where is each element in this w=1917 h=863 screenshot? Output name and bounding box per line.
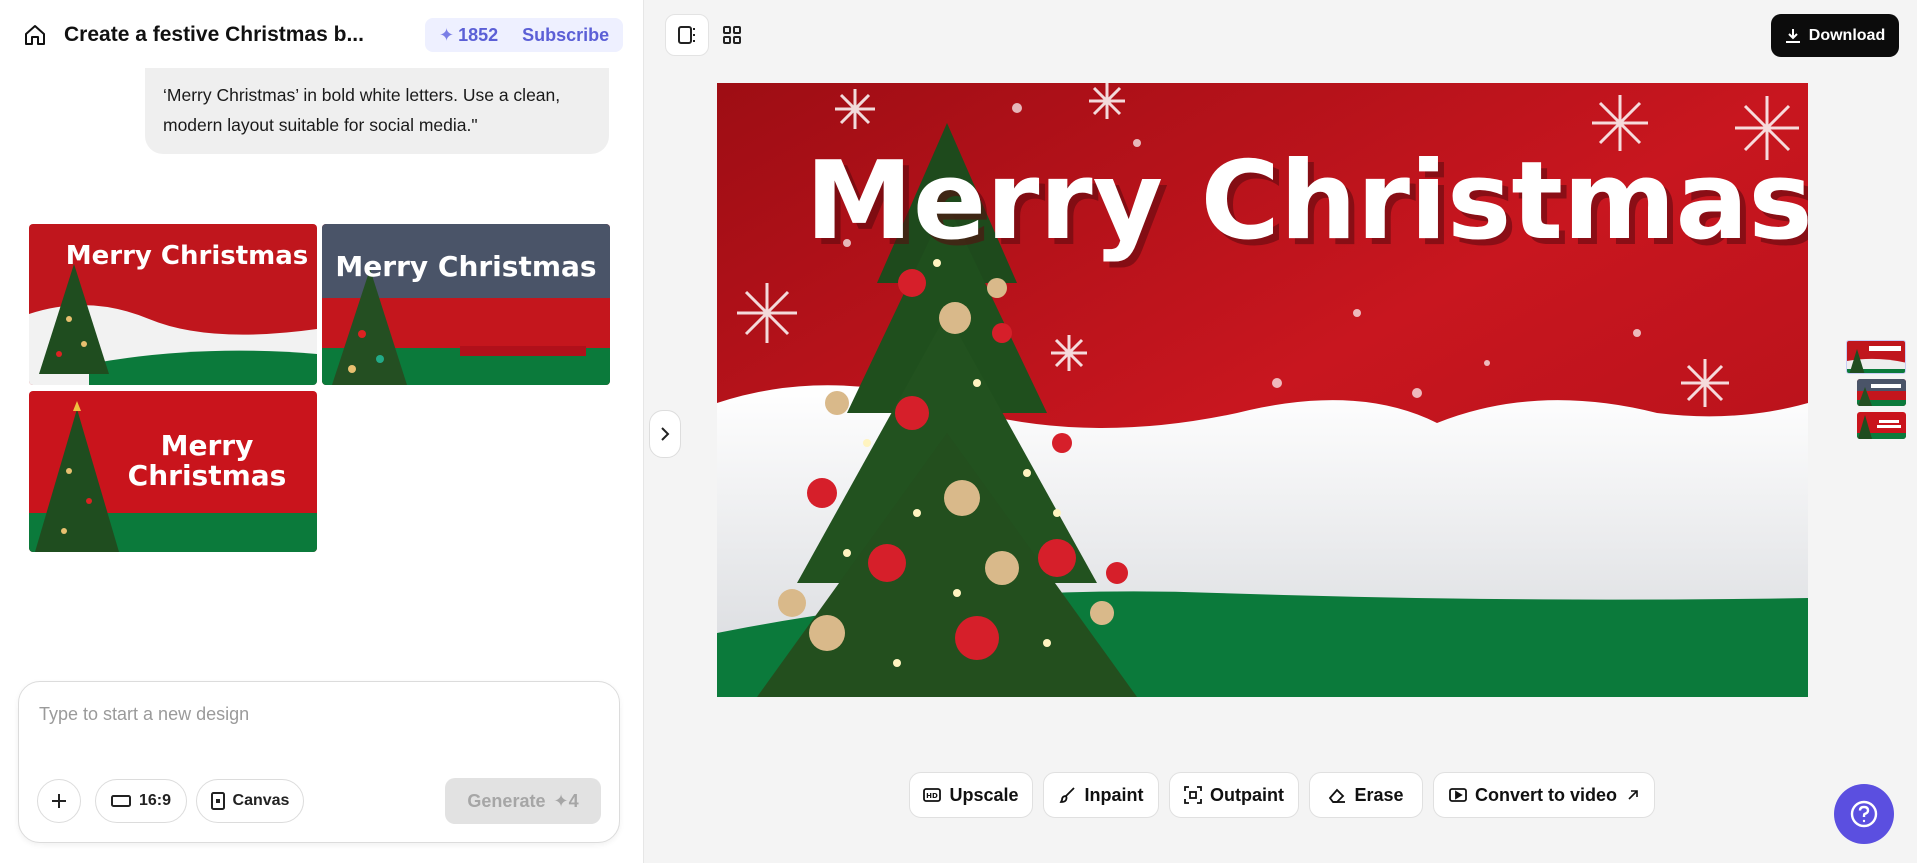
- grid-view-button[interactable]: [712, 14, 752, 56]
- generate-label: Generate: [467, 790, 546, 811]
- grid-icon: [723, 26, 741, 44]
- eraser-icon: [1329, 788, 1346, 803]
- convert-label: Convert to video: [1474, 784, 1617, 805]
- result-image-2[interactable]: Merry Christmas: [322, 224, 610, 385]
- prompt-bubble: ‘Merry Christmas’ in bold white letters.…: [145, 68, 609, 154]
- download-label: Download: [1808, 26, 1886, 44]
- canvas-label: Canvas: [232, 792, 290, 809]
- sparkle-icon: ✦: [553, 790, 569, 811]
- aspect-ratio-label: 16:9: [138, 792, 172, 809]
- canvas-icon: [210, 792, 225, 810]
- page-thumbnail-1[interactable]: [1846, 340, 1906, 374]
- hd-icon: HD: [923, 788, 942, 802]
- page-title: Create a festive Christmas b...: [64, 23, 364, 46]
- home-icon: [25, 25, 45, 45]
- expand-icon: [1184, 786, 1202, 804]
- result-image-1-text: Merry Christmas: [66, 241, 309, 271]
- convert-to-video-button[interactable]: Convert to video: [1433, 772, 1655, 818]
- preview-headline: Merry Christmas: [805, 139, 1808, 264]
- credit-count: 1852: [458, 24, 499, 45]
- chat-panel: Create a festive Christmas b... ✦ 1852 S…: [0, 0, 644, 863]
- outpaint-label: Outpaint: [1210, 784, 1284, 805]
- panel-layout-icon: [678, 26, 695, 44]
- prompt-text-line2: modern layout suitable for social media.…: [163, 115, 478, 135]
- erase-label: Erase: [1354, 784, 1404, 805]
- page-thumbnail-2[interactable]: [1857, 379, 1906, 406]
- erase-button[interactable]: Erase: [1309, 772, 1423, 818]
- upscale-button[interactable]: HD Upscale: [909, 772, 1033, 818]
- subscribe-link[interactable]: Subscribe: [522, 25, 609, 46]
- result-image-3-text-line2: Christmas: [128, 459, 287, 492]
- upscale-label: Upscale: [949, 784, 1019, 805]
- result-image-2-text: Merry Christmas: [335, 250, 596, 283]
- svg-text:HD: HD: [927, 792, 939, 800]
- chevron-right-icon: [661, 427, 670, 441]
- external-link-icon: [1628, 790, 1638, 800]
- inpaint-label: Inpaint: [1084, 784, 1144, 805]
- help-icon: [1850, 800, 1878, 828]
- canvas-button[interactable]: Canvas: [196, 779, 304, 823]
- aspect-ratio-icon: [110, 795, 131, 807]
- generate-cost: 4: [568, 790, 579, 811]
- prompt-input[interactable]: [39, 704, 599, 725]
- expand-panel-button[interactable]: [649, 410, 681, 458]
- panel-toggle-button[interactable]: [665, 14, 709, 56]
- video-icon: [1449, 788, 1467, 802]
- page-thumbnail-3[interactable]: [1857, 412, 1906, 439]
- home-button[interactable]: [20, 20, 50, 50]
- plus-icon: [52, 794, 66, 808]
- result-image-1[interactable]: Merry Christmas: [29, 224, 317, 385]
- inpaint-button[interactable]: Inpaint: [1043, 772, 1159, 818]
- prompt-text-line1: ‘Merry Christmas’ in bold white letters.…: [163, 85, 561, 105]
- sparkle-icon: ✦: [439, 24, 455, 45]
- add-button[interactable]: [37, 779, 81, 823]
- prompt-composer: 16:9 Canvas Generate ✦ 4: [18, 681, 620, 843]
- result-image-3-text-line1: Merry: [161, 429, 254, 462]
- credits-badge[interactable]: ✦ 1852 Subscribe: [425, 18, 623, 52]
- aspect-ratio-button[interactable]: 16:9: [95, 779, 187, 823]
- download-button[interactable]: Download: [1771, 14, 1899, 57]
- brush-icon: [1059, 787, 1075, 803]
- generate-button[interactable]: Generate ✦ 4: [445, 778, 601, 824]
- preview-image[interactable]: Merry Christmas Merry Christmas: [717, 83, 1808, 697]
- download-icon: [1785, 28, 1800, 43]
- result-image-3[interactable]: Merry Christmas: [29, 391, 317, 552]
- outpaint-button[interactable]: Outpaint: [1169, 772, 1299, 818]
- help-button[interactable]: [1834, 784, 1894, 844]
